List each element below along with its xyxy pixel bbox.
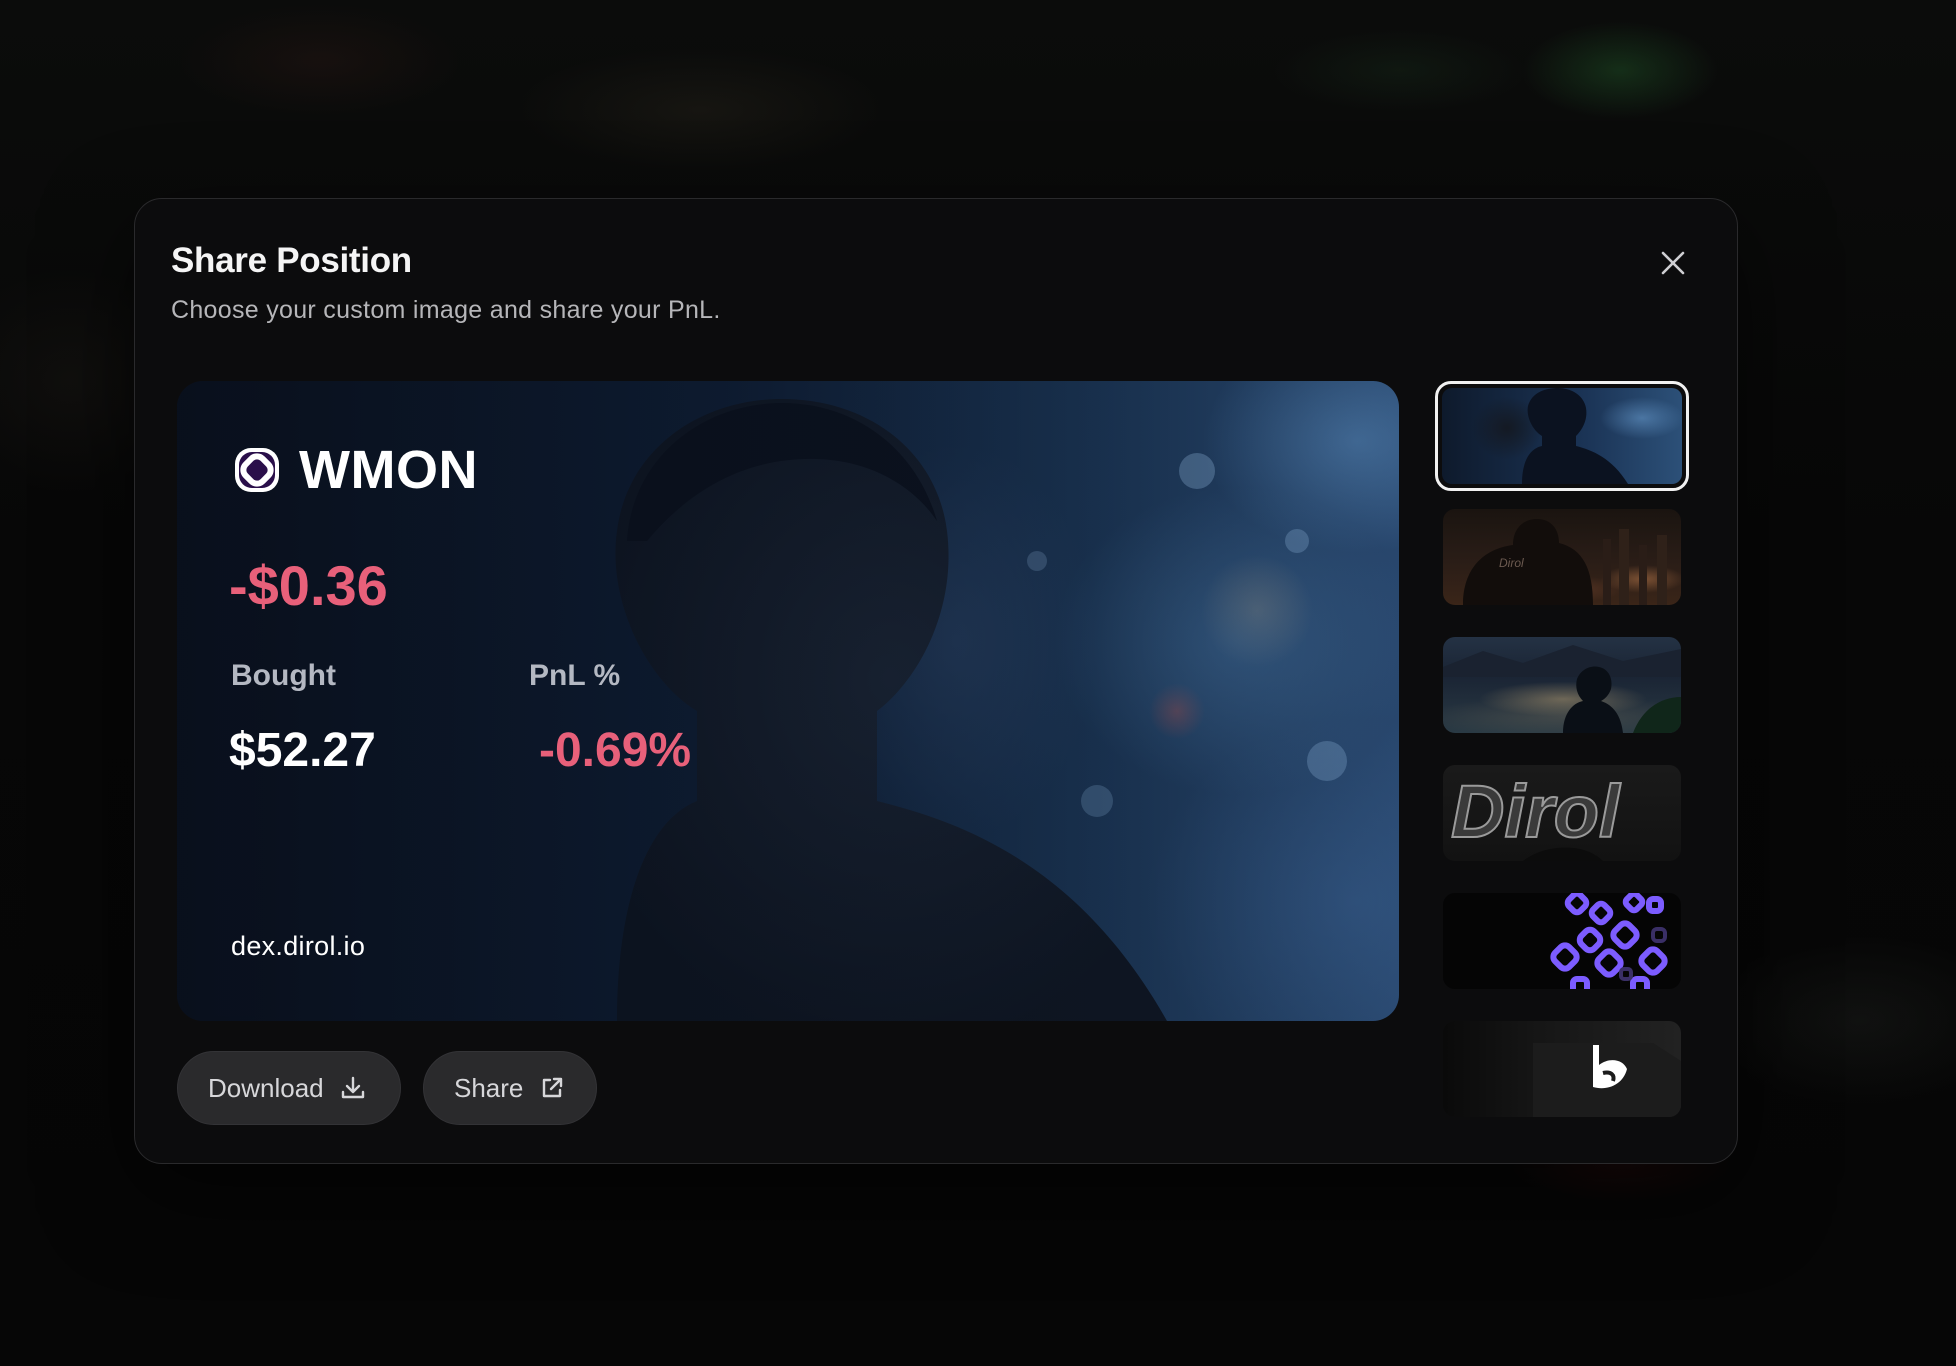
- pnl-usd-value: -$0.36: [229, 554, 388, 617]
- pnl-share-card: WMON -$0.36 Bought PnL % $52.27 -0.69% d…: [177, 381, 1399, 1021]
- thumb-2-image: Dirol: [1463, 519, 1667, 605]
- download-button[interactable]: Download: [177, 1051, 401, 1125]
- background-thumb-2[interactable]: Dirol: [1443, 509, 1681, 605]
- thumb-3-image: [1443, 645, 1681, 733]
- pnl-pct-value: -0.69%: [539, 724, 692, 777]
- share-button-label: Share: [454, 1072, 524, 1103]
- thumb-2-text: Dirol: [1499, 556, 1524, 570]
- site-url: dex.dirol.io: [231, 931, 366, 961]
- close-button[interactable]: [1653, 243, 1693, 283]
- bought-value: $52.27: [229, 724, 376, 777]
- background-thumb-3[interactable]: [1443, 637, 1681, 733]
- thumb-1-image: [1522, 388, 1628, 484]
- close-icon: [1661, 251, 1685, 275]
- modal-subtitle: Choose your custom image and share your …: [171, 296, 721, 324]
- share-button[interactable]: Share: [423, 1051, 597, 1125]
- modal-title: Share Position: [171, 241, 412, 280]
- token-header: WMON: [231, 439, 478, 501]
- thumb-5-image: [1550, 893, 1668, 989]
- background-thumb-1[interactable]: [1435, 381, 1689, 491]
- background-thumb-4[interactable]: Dirol: [1443, 765, 1681, 861]
- token-symbol: WMON: [299, 440, 478, 500]
- download-button-label: Download: [208, 1072, 324, 1103]
- wmon-token-icon: [235, 448, 279, 492]
- share-position-modal: Share Position Choose your custom image …: [134, 198, 1738, 1164]
- external-link-icon: [543, 1077, 563, 1098]
- thumb-4-image: Dirol: [1450, 769, 1622, 861]
- thumb-4-text: Dirol: [1451, 770, 1621, 853]
- download-icon: [341, 1076, 364, 1099]
- pnl-pct-label: PnL %: [529, 659, 621, 692]
- thumb-6-image: [1533, 1043, 1681, 1117]
- background-thumb-5[interactable]: [1443, 893, 1681, 989]
- bought-label: Bought: [231, 659, 336, 692]
- background-thumb-6[interactable]: [1443, 1021, 1681, 1117]
